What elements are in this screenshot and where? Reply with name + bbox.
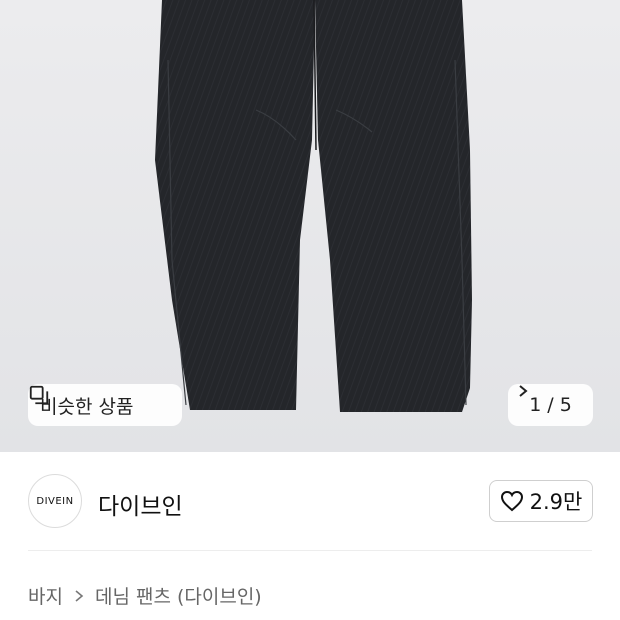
chevron-right-icon — [75, 589, 84, 602]
image-current-index: 1 — [529, 394, 542, 416]
image-total-count: 5 — [559, 394, 572, 416]
divider — [28, 550, 592, 551]
chevron-right-icon — [519, 385, 528, 397]
like-count: 2.9만 — [529, 490, 583, 514]
similar-items-label: 비슷한 상품 — [40, 395, 134, 418]
like-button[interactable]: 2.9만 — [489, 480, 593, 522]
image-counter-separator: / — [547, 394, 554, 416]
brand-row: DIVEIN 다이브인 2.9만 — [0, 452, 620, 552]
brand-logo-text: DIVEIN — [36, 495, 74, 507]
similar-items-icon — [29, 385, 49, 405]
product-image-gallery[interactable]: 비슷한 상품 1 / 5 — [0, 0, 620, 452]
breadcrumb-subcategory[interactable]: 데님 팬츠 (다이브인) — [95, 582, 262, 609]
image-counter-button[interactable]: 1 / 5 — [508, 384, 593, 426]
heart-icon — [500, 490, 523, 512]
brand-logo[interactable]: DIVEIN — [28, 474, 82, 528]
breadcrumb: 바지 데님 팬츠 (다이브인) — [28, 582, 262, 609]
breadcrumb-category[interactable]: 바지 — [28, 582, 63, 609]
similar-items-button[interactable]: 비슷한 상품 — [28, 384, 182, 426]
brand-name[interactable]: 다이브인 — [98, 487, 183, 521]
